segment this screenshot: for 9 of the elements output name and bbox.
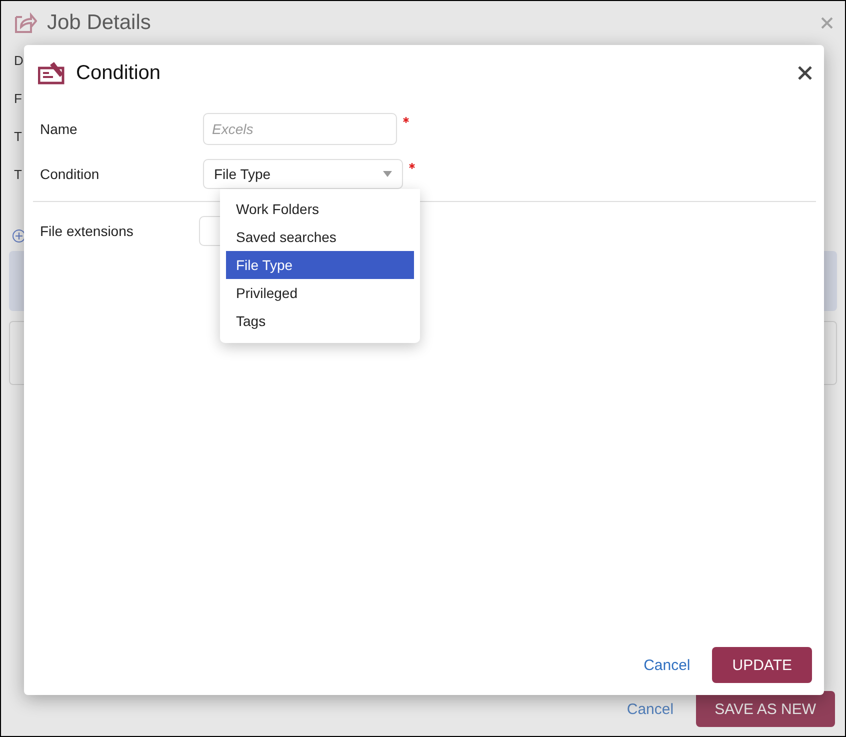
form-label: T [14,129,22,145]
form-label: D [14,53,24,69]
form-label: F [14,91,22,107]
field-label: Name [40,121,78,137]
field-label: Condition [40,166,100,182]
field-label: File extensions [40,223,134,239]
page-title: Job Details [47,11,152,35]
dialog-title: Condition [76,62,162,84]
form-label: T [14,167,22,183]
